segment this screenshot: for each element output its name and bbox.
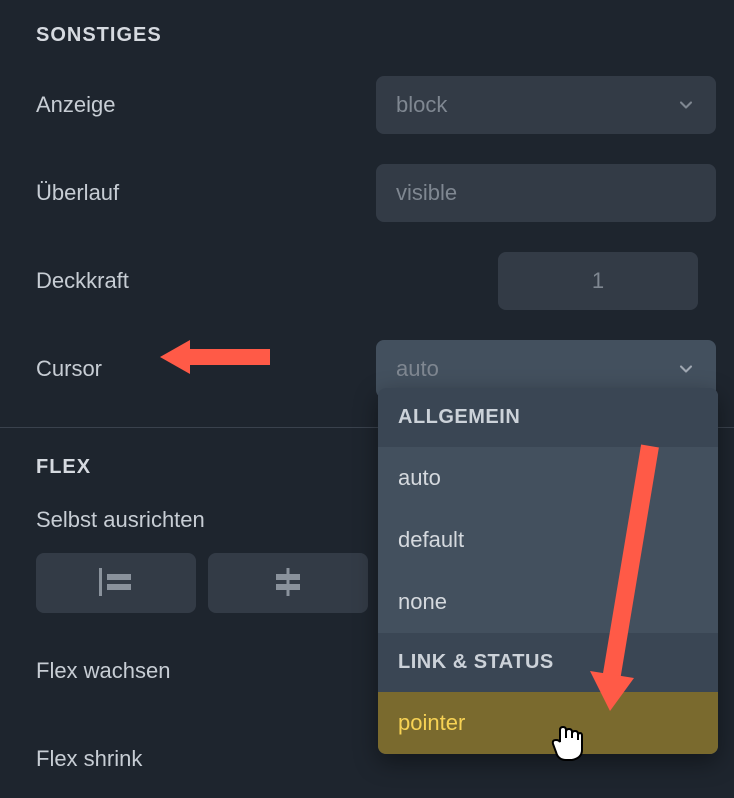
row-overflow: Überlauf visible [36, 163, 698, 223]
input-opacity[interactable]: 1 [498, 252, 698, 310]
section-title-misc: SONSTIGES [36, 24, 698, 47]
align-start-icon [99, 568, 133, 599]
misc-section: SONSTIGES Anzeige block Überlauf visible… [0, 0, 734, 399]
row-opacity: Deckkraft 1 [36, 251, 698, 311]
label-display: Anzeige [36, 92, 376, 118]
label-overflow: Überlauf [36, 180, 376, 206]
label-opacity: Deckkraft [36, 268, 376, 294]
hand-cursor-icon [550, 724, 584, 767]
chevron-down-icon [676, 95, 696, 115]
select-overflow[interactable]: visible [376, 164, 716, 222]
select-cursor-value: auto [396, 356, 439, 382]
select-display[interactable]: block [376, 76, 716, 134]
label-flex-grow: Flex wachsen [36, 658, 376, 684]
align-self-center-button[interactable] [208, 553, 368, 613]
row-display: Anzeige block [36, 75, 698, 135]
select-display-value: block [396, 92, 447, 118]
select-overflow-value: visible [396, 180, 457, 206]
label-flex-shrink: Flex shrink [36, 746, 376, 772]
chevron-down-icon [676, 359, 696, 379]
annotation-arrow-pointer [560, 436, 680, 721]
align-center-icon [271, 568, 305, 599]
annotation-arrow-cursor [160, 332, 280, 387]
align-self-start-button[interactable] [36, 553, 196, 613]
